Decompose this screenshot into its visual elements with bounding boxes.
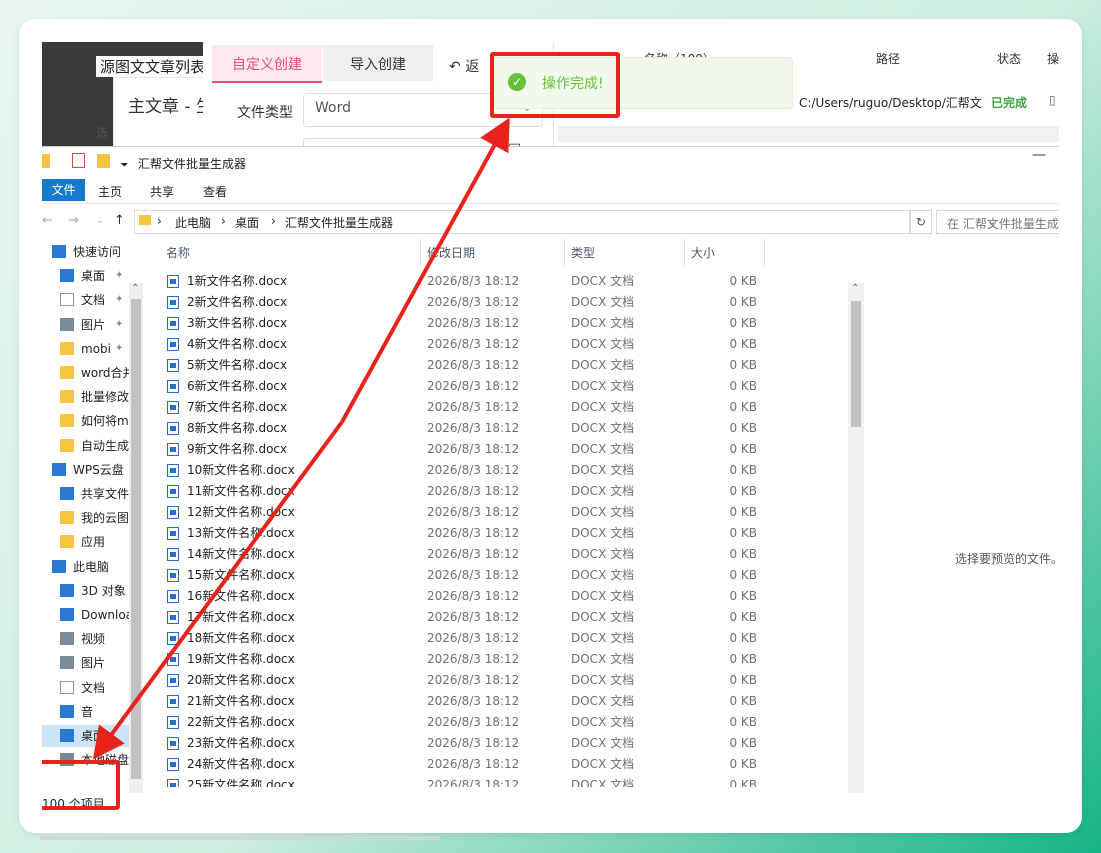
screenshot-area: 源图文文章列表 选 主文章 - 生 自定义创建 导入创建 ↶ 返 文件类型 Wo… xyxy=(42,42,1059,812)
arrow-to-status xyxy=(92,420,344,760)
decorative-scroll-line xyxy=(40,836,440,840)
annotation-arrows xyxy=(92,117,510,760)
arrow-to-toast xyxy=(340,117,510,423)
